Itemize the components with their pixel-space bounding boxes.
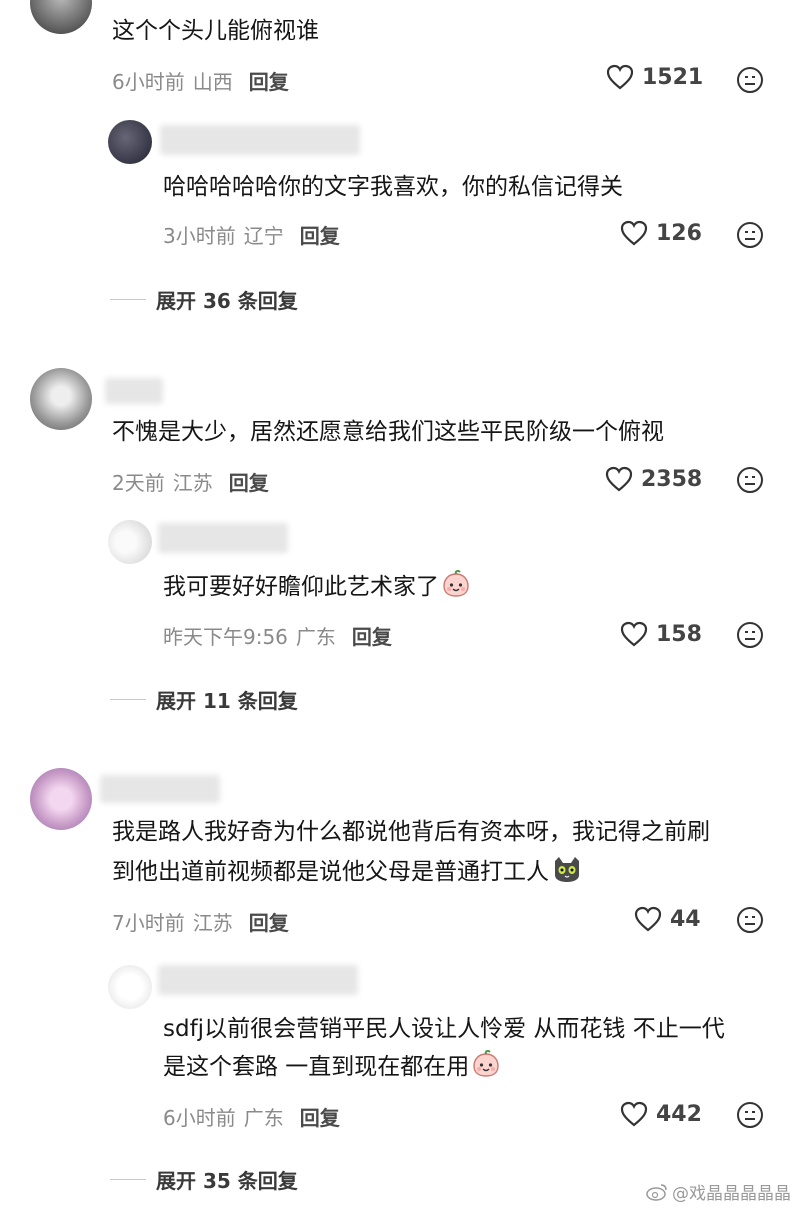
- comment-time: 6小时前: [112, 70, 185, 94]
- like-count: 442: [656, 1101, 702, 1127]
- like-count: 158: [656, 621, 702, 647]
- reply-text-line1: sdfj以前很会营销平民人设让人怜爱 从而花钱 不止一代: [163, 1016, 725, 1042]
- reply-location: 辽宁: [243, 224, 284, 248]
- reply-meta: 6小时前 广东 回复: [163, 1102, 340, 1131]
- heart-outline-icon: [605, 466, 633, 492]
- avatar[interactable]: [30, 0, 92, 34]
- reply-avatar[interactable]: [108, 965, 152, 1009]
- reply-button[interactable]: 回复: [300, 1106, 340, 1130]
- face-icon[interactable]: [736, 221, 764, 249]
- reply-button[interactable]: 回复: [249, 911, 289, 935]
- like-count: 126: [656, 220, 702, 246]
- like-button[interactable]: 1521: [606, 64, 703, 90]
- expand-label: 展开 35 条回复: [156, 1169, 298, 1193]
- divider: [110, 699, 146, 700]
- comment-location: 江苏: [192, 911, 233, 935]
- reply-button[interactable]: 回复: [249, 70, 289, 94]
- heart-outline-icon: [620, 1101, 648, 1127]
- cat-face-sticker: [555, 857, 579, 882]
- comment-text-line1: 我是路人我好奇为什么都说他背后有资本呀，我记得之前刷: [112, 819, 710, 845]
- heart-outline-icon: [620, 621, 648, 647]
- face-icon[interactable]: [736, 66, 764, 94]
- expand-replies-button[interactable]: 展开 11 条回复: [110, 685, 298, 714]
- heart-outline-icon: [634, 906, 662, 932]
- reply-text-content: 我可要好好瞻仰此艺术家了: [163, 574, 439, 600]
- like-count: 1521: [642, 64, 704, 90]
- reply-button[interactable]: 回复: [229, 471, 269, 495]
- reply-text-content: 是这个套路 一直到现在都在用: [163, 1054, 470, 1080]
- watermark: @戏晶晶晶晶晶: [646, 1179, 791, 1204]
- divider: [110, 1179, 146, 1180]
- comment-location: 山西: [192, 70, 233, 94]
- comment-meta: 2天前 江苏 回复: [112, 467, 269, 496]
- peach-face-sticker: [443, 570, 469, 597]
- blurred-username: [105, 378, 163, 404]
- reply-meta: 3小时前 辽宁 回复: [163, 220, 340, 249]
- like-button[interactable]: 44: [634, 906, 701, 932]
- reply-time: 3小时前: [163, 224, 236, 248]
- comment-time: 2天前: [112, 471, 165, 495]
- like-button[interactable]: 442: [620, 1101, 702, 1127]
- face-icon[interactable]: [736, 621, 764, 649]
- comment-text-line2: 到他出道前视频都是说他父母是普通打工人: [112, 855, 583, 889]
- reply-location: 广东: [243, 1106, 284, 1130]
- face-icon[interactable]: [736, 466, 764, 494]
- face-icon[interactable]: [736, 1101, 764, 1129]
- blurred-username: [158, 965, 358, 995]
- comment-time: 7小时前: [112, 911, 185, 935]
- like-count: 44: [670, 906, 701, 932]
- reply-meta: 昨天下午9:56 广东 回复: [163, 621, 392, 650]
- comment-meta: 7小时前 江苏 回复: [112, 907, 289, 936]
- blurred-username: [100, 775, 220, 803]
- reply-button[interactable]: 回复: [352, 625, 392, 649]
- like-count: 2358: [641, 466, 703, 492]
- reply-avatar[interactable]: [108, 120, 152, 164]
- expand-label: 展开 36 条回复: [156, 289, 298, 313]
- reply-avatar[interactable]: [108, 520, 152, 564]
- like-button[interactable]: 2358: [605, 466, 702, 492]
- comment-text-content: 到他出道前视频都是说他父母是普通打工人: [112, 859, 549, 885]
- blurred-username: [160, 125, 360, 155]
- comment-text: 不愧是大少，居然还愿意给我们这些平民阶级一个俯视: [112, 419, 664, 445]
- reply-button[interactable]: 回复: [300, 224, 340, 248]
- like-button[interactable]: 158: [620, 621, 702, 647]
- avatar[interactable]: [30, 768, 92, 830]
- peach-face-sticker: [473, 1050, 500, 1077]
- comment-text: 这个个头儿能俯视谁: [112, 18, 319, 44]
- reply-time: 昨天下午9:56: [163, 625, 288, 649]
- divider: [110, 299, 146, 300]
- reply-time: 6小时前: [163, 1106, 236, 1130]
- expand-replies-button[interactable]: 展开 35 条回复: [110, 1165, 298, 1194]
- comment-location: 江苏: [172, 471, 213, 495]
- expand-replies-button[interactable]: 展开 36 条回复: [110, 285, 298, 314]
- reply-text: 哈哈哈哈哈你的文字我喜欢，你的私信记得关: [163, 174, 623, 200]
- expand-label: 展开 11 条回复: [156, 689, 298, 713]
- comment-meta: 6小时前 山西 回复: [112, 66, 289, 95]
- like-button[interactable]: 126: [620, 220, 702, 246]
- reply-location: 广东: [295, 625, 336, 649]
- heart-outline-icon: [620, 220, 648, 246]
- weibo-logo-icon: [646, 1183, 667, 1201]
- reply-text: 我可要好好瞻仰此艺术家了: [163, 570, 471, 604]
- reply-text-line2: 是这个套路 一直到现在都在用: [163, 1050, 501, 1084]
- blurred-username: [158, 523, 288, 553]
- heart-outline-icon: [606, 64, 634, 90]
- avatar[interactable]: [30, 368, 92, 430]
- watermark-text: @戏晶晶晶晶晶: [672, 1184, 791, 1204]
- face-icon[interactable]: [736, 906, 764, 934]
